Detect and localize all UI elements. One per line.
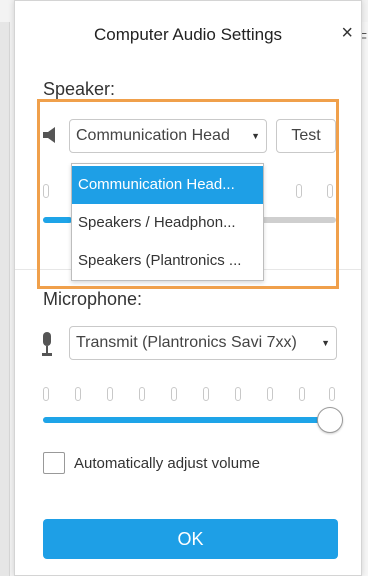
tick [107,387,113,401]
microphone-volume-slider[interactable] [43,417,336,423]
tick [203,387,209,401]
microphone-select[interactable]: Transmit (Plantronics Savi 7xx) ▼ [69,326,337,360]
speaker-label: Speaker: [43,79,116,99]
microphone-volume-thumb[interactable] [317,407,343,433]
tick [329,387,335,401]
tick [299,387,305,401]
audio-settings-dialog: Computer Audio Settings × Speaker: Commu… [14,0,362,576]
tick [235,387,241,401]
tick [75,387,81,401]
tick [267,387,273,401]
tick [139,387,145,401]
close-icon[interactable]: × [341,23,353,43]
microphone-icon [42,332,52,356]
ok-button[interactable]: OK [43,519,338,559]
background-window-left-edge [0,22,10,576]
microphone-volume-fill [43,417,330,423]
auto-adjust-label: Automatically adjust volume [74,455,260,472]
highlight-box [37,99,339,289]
dialog-title: Computer Audio Settings [93,25,283,44]
chevron-down-icon: ▼ [321,338,330,348]
microphone-label: Microphone: [43,289,143,309]
microphone-select-value: Transmit (Plantronics Savi 7xx) [76,334,297,351]
microphone-volume-ticks [43,387,338,403]
tick [171,387,177,401]
auto-adjust-checkbox[interactable] [43,452,65,474]
tick [43,387,49,401]
